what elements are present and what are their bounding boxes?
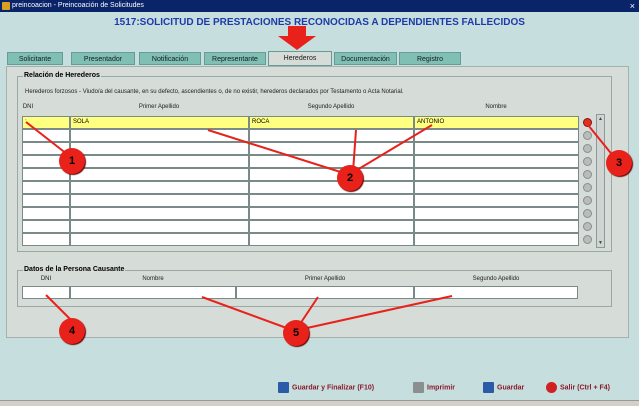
save-button[interactable]: Guardar (483, 382, 524, 393)
save-finalize-button[interactable]: Guardar y Finalizar (F10) (278, 382, 374, 393)
floppy-icon (278, 382, 289, 393)
floppy-icon (483, 382, 494, 393)
callout-2: 2 (337, 165, 363, 191)
callout-4: 4 (59, 318, 85, 344)
power-icon (546, 382, 557, 393)
callout-3: 3 (606, 150, 632, 176)
callout-lines (25, 121, 615, 331)
printer-icon (413, 382, 424, 393)
print-button[interactable]: Imprimir (413, 382, 455, 393)
exit-button[interactable]: Salir (Ctrl + F4) (546, 382, 610, 393)
callout-5: 5 (283, 320, 309, 346)
callout-1: 1 (59, 148, 85, 174)
status-bar (0, 400, 639, 406)
